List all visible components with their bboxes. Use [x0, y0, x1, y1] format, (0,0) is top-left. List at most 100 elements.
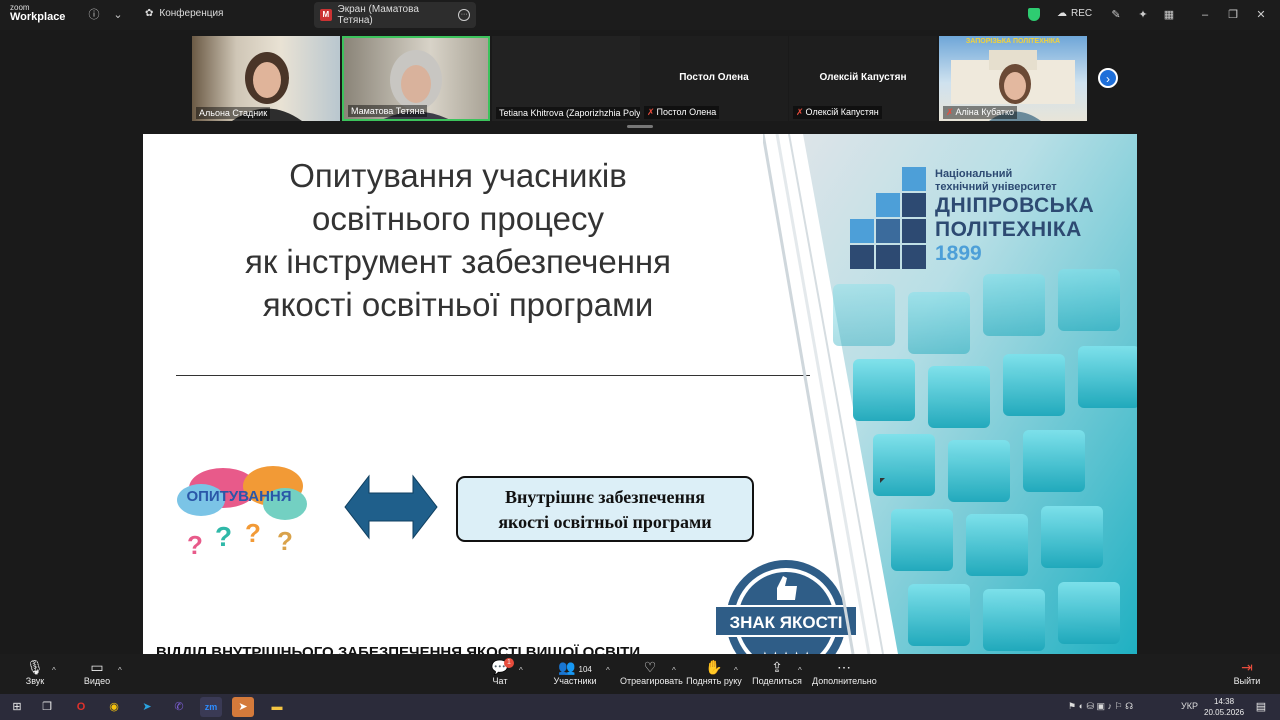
university-logo-text: Національний технічний університет ДНІПР… [935, 168, 1094, 266]
conference-label: Конференция [159, 8, 224, 19]
participants-button[interactable]: 👥 104 Участники [552, 658, 598, 686]
bubble-word: ОПИТУВАННЯ [186, 488, 292, 505]
svg-text:?: ? [245, 518, 261, 548]
leave-button[interactable]: ⇥ Выйти [1232, 658, 1262, 686]
maximize-icon[interactable]: ❐ [1225, 7, 1241, 23]
participant-tile[interactable]: Tetiana Khitrova (Zaporizhzhia Polyt... [492, 36, 640, 121]
title-bar: zoom Workplace ⓘ ⌄ ✿ Конференция M Экран… [0, 0, 1280, 30]
participant-tile[interactable]: Альона Стадник [192, 36, 340, 121]
meeting-toolbar: 🎙 Звук ^ ▭ Видео ^ 💬 Чат 1 ^ 👥 104 Участн… [0, 654, 1280, 694]
share-tab[interactable]: M Экран (Маматова Тетяна) ··· [314, 2, 476, 28]
participant-tile[interactable]: ЗАПОРІЗЬКА ПОЛІТЕХНІКА ✗ Аліна Кубатко [939, 36, 1087, 121]
more-icon: ⋯ [837, 659, 851, 675]
logo-line: ДНІПРОВСЬКА [935, 194, 1095, 217]
recording-indicator[interactable]: ☁ REC [1057, 8, 1092, 19]
viber-icon[interactable]: ✆ [168, 697, 190, 717]
department-name: ВІДДІЛ ВНУТРІШНЬОГО ЗАБЕЗПЕЧЕННЯ ЯКОСТІ … [156, 644, 641, 654]
mouse-cursor-icon [880, 478, 885, 483]
close-icon[interactable]: ✕ [1253, 7, 1269, 23]
leave-icon: ⇥ [1241, 659, 1253, 675]
task-view-icon[interactable]: ❐ [36, 697, 58, 717]
slide-title-line: Опитування учасників [289, 157, 627, 194]
participants-count: 104 [578, 665, 592, 674]
share-options-caret[interactable]: ^ [798, 666, 802, 675]
more-button[interactable]: ⋯ Дополнительно [812, 658, 877, 686]
notifications-icon[interactable]: ▤ [1250, 697, 1272, 717]
chat-options-caret[interactable]: ^ [519, 666, 523, 675]
svg-text:?: ? [215, 521, 232, 552]
participant-name: Аліна Кубатко [955, 107, 1015, 117]
participant-tile[interactable]: Олексій Капустян ✗ Олексій Капустян [789, 36, 937, 121]
clock[interactable]: 14:38 20.05.2026 [1204, 696, 1244, 718]
muted-mic-icon: ✗ [946, 107, 954, 117]
participant-name: Альона Стадник [196, 107, 271, 119]
info-icon[interactable]: ⓘ [86, 7, 102, 23]
strip-resize-handle[interactable] [627, 125, 653, 128]
survey-bubbles-image: ? ? ? ? ОПИТУВАННЯ [165, 460, 315, 560]
audio-options-caret[interactable]: ^ [52, 666, 56, 675]
share-tab-label: Экран (Маматова Тетяна) [337, 4, 419, 26]
zoom-taskbar-icon[interactable]: zm [200, 697, 222, 717]
logo-year: 1899 [935, 242, 982, 265]
sparkle-icon[interactable]: ✦ [1135, 7, 1151, 23]
chrome-icon[interactable]: ◉ [103, 697, 125, 717]
slide-title: Опитування учасників освітнього процесу … [173, 154, 743, 326]
participants-label: Участники [553, 676, 597, 686]
participant-name: Постол Олена [656, 107, 717, 117]
leave-label: Выйти [1233, 676, 1261, 686]
telegram-icon[interactable]: ➤ [136, 697, 158, 717]
react-button[interactable]: ♡ Отреагировать [620, 658, 683, 686]
muted-mic-icon: ✗ [647, 107, 655, 117]
more-label: Дополнительно [812, 676, 877, 686]
paw-icon: ✿ [145, 8, 154, 19]
brand-big: Workplace [10, 11, 66, 23]
box-line: Внутрішнє забезпечення [504, 487, 706, 507]
keyboard-language[interactable]: УКР [1181, 701, 1198, 711]
video-label: Видео [83, 676, 111, 686]
telegram-active-icon[interactable]: ➤ [232, 697, 254, 717]
logo-line: ПОЛІТЕХНІКА [935, 218, 1082, 241]
conference-menu[interactable]: ✿ Конференция [145, 8, 223, 19]
logo-line: Національний [935, 168, 1013, 180]
next-page-button[interactable]: › [1098, 68, 1118, 88]
file-explorer-icon[interactable]: ▬ [266, 697, 288, 717]
box-line: якості освітньої програми [498, 512, 712, 532]
raise-hand-options-caret[interactable]: ^ [734, 666, 738, 675]
zoom-logo: zoom Workplace [10, 4, 65, 23]
svg-text:?: ? [187, 530, 203, 554]
rec-label: REC [1071, 8, 1093, 19]
windows-start-icon[interactable]: ⊞ [6, 697, 28, 717]
security-shield-icon[interactable] [1028, 8, 1040, 21]
participants-options-caret[interactable]: ^ [606, 666, 610, 675]
layout-icon[interactable]: ▦ [1161, 7, 1177, 23]
participant-name: Маматова Тетяна [348, 105, 428, 117]
video-strip: Альона Стадник Маматова Тетяна Tetiana K… [0, 30, 1280, 130]
shared-screen-slide: Опитування учасників освітнього процесу … [143, 134, 1137, 654]
opera-icon[interactable]: O [70, 697, 92, 717]
minimize-icon[interactable]: – [1197, 7, 1213, 23]
camera-icon: ▭ [90, 659, 104, 675]
svg-text:?: ? [277, 526, 293, 554]
participant-name: Tetiana Khitrova (Zaporizhzhia Polyt... [496, 107, 640, 119]
video-button[interactable]: ▭ Видео [80, 658, 114, 686]
chevron-down-icon[interactable]: ⌄ [110, 7, 126, 23]
participant-tile-active[interactable]: Маматова Тетяна [342, 36, 490, 121]
video-options-caret[interactable]: ^ [118, 666, 122, 675]
logo-line: технічний університет [935, 181, 1057, 193]
participant-name: Олексій Капустян [805, 107, 879, 117]
virtual-background-banner: ЗАПОРІЗЬКА ПОЛІТЕХНІКА [965, 38, 1061, 45]
audio-button[interactable]: 🎙 Звук [22, 658, 48, 686]
chat-label: Чат [492, 676, 508, 686]
cloud-icon: ☁ [1057, 8, 1067, 19]
react-label: Отреагировать [620, 676, 683, 686]
share-button[interactable]: ⇪ Поделиться [752, 658, 802, 686]
clock-date: 20.05.2026 [1204, 708, 1245, 717]
more-options-icon[interactable]: ··· [458, 9, 470, 21]
clock-time: 14:38 [1214, 697, 1235, 706]
annotate-icon[interactable]: ✎ [1108, 7, 1124, 23]
share-label: Поделиться [752, 676, 802, 686]
muted-mic-icon: ✗ [796, 107, 804, 117]
tray-icons[interactable]: ⚑ ◐ ⛁ ▣ ♪ ⚐ ☊ [1068, 701, 1133, 712]
participant-tile[interactable]: Постол Олена ✗ Постол Олена [640, 36, 788, 121]
react-options-caret[interactable]: ^ [672, 666, 676, 675]
